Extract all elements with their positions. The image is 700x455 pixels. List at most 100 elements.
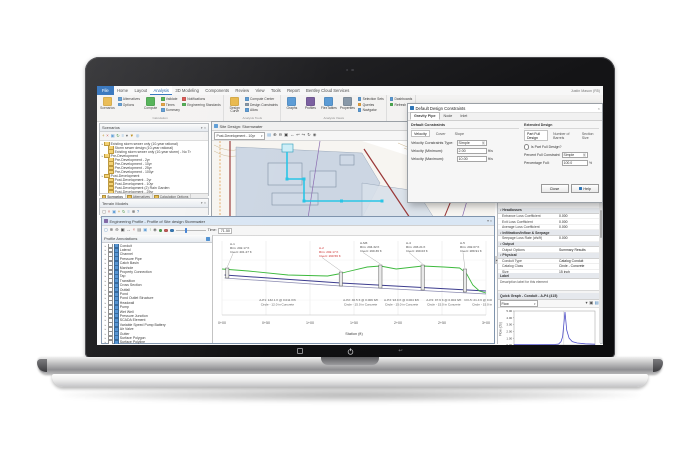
tree-expander-icon[interactable]: ▸: [104, 336, 107, 340]
delete-icon[interactable]: ×: [108, 210, 110, 214]
ribbon-button-profiles[interactable]: Profiles: [302, 96, 318, 110]
power-icon[interactable]: [347, 348, 354, 355]
velocity-minimum-field[interactable]: 2.00: [457, 148, 487, 154]
tab-file[interactable]: File: [97, 86, 114, 95]
settings-icon[interactable]: ◉: [153, 228, 157, 232]
play-button[interactable]: [159, 229, 163, 233]
time-slider-thumb[interactable]: [185, 228, 188, 232]
ribbon-button-flextables[interactable]: FlexTables: [321, 96, 337, 110]
time-slider[interactable]: [176, 230, 206, 231]
ribbon-button-alternatives[interactable]: Alternatives: [118, 97, 140, 101]
search-icon[interactable]: ◎: [136, 134, 140, 138]
dialog-tab-number-of-barrels[interactable]: Number of Barrels: [550, 130, 577, 141]
pin-icon[interactable]: ▾: [201, 201, 203, 205]
ribbon-button-queries[interactable]: Queries: [358, 103, 384, 107]
recent-apps-icon[interactable]: [297, 348, 303, 354]
ribbon-button-selection-sets[interactable]: Selection Sets: [358, 97, 384, 101]
duplicate-icon[interactable]: ▣: [112, 210, 116, 214]
list-view-icon[interactable]: ≡: [122, 134, 124, 138]
ribbon-button-graphs[interactable]: Graphs: [284, 96, 300, 110]
signed-in-user[interactable]: Justin Mason (R5): [571, 89, 603, 93]
annotation-checkbox[interactable]: [108, 340, 113, 343]
tab-3d-modeling[interactable]: 3D Modeling: [172, 86, 202, 95]
graph-popout-icon[interactable]: ▣: [589, 301, 593, 305]
quick-graph-chart[interactable]: 5.004.003.002.001.000.00Flow (cfs): [498, 308, 600, 345]
new-scenario-icon[interactable]: +: [102, 134, 104, 138]
scenario-dropdown[interactable]: Post-Development - 10yr▾: [214, 132, 265, 140]
tree-expander-icon[interactable]: ▸: [104, 323, 107, 327]
tab-layout[interactable]: Layout: [131, 86, 150, 95]
ribbon-button-design-curve[interactable]: Design Curve: [227, 96, 243, 113]
is-part-full-design-checkbox[interactable]: [524, 144, 529, 149]
ribbon-button-dashboards[interactable]: Dashboards: [390, 97, 413, 101]
dialog-tab-node[interactable]: Node: [440, 112, 457, 120]
tab-bentley-cloud-services[interactable]: Bentley Cloud Services: [303, 86, 353, 95]
dialog-tab-part-full-design[interactable]: Part Full Design: [524, 130, 548, 141]
graph-options-icon[interactable]: ▾: [585, 301, 587, 305]
next-view-icon[interactable]: ↪: [302, 133, 306, 137]
percentage-full-field[interactable]: 100.0: [562, 160, 588, 166]
graph-series-dropdown[interactable]: Flow▾: [500, 300, 538, 307]
zoom-in-icon[interactable]: ⊕: [273, 133, 277, 137]
ribbon-button-design-constraints[interactable]: Design Constraints: [245, 103, 278, 107]
tree-expander-icon[interactable]: ▸: [104, 314, 107, 318]
back-icon[interactable]: ↩: [398, 349, 402, 354]
tree-expander-icon[interactable]: ▸: [104, 248, 107, 252]
ribbon-button-compute-center[interactable]: Compute Center: [245, 97, 278, 101]
tree-expander-icon[interactable]: ▸: [104, 274, 107, 278]
tree-expander-icon[interactable]: ▸: [104, 257, 107, 261]
tab-analysis[interactable]: Analysis: [150, 86, 172, 95]
tab-tools[interactable]: Tools: [268, 86, 284, 95]
close-button[interactable]: Close: [541, 184, 569, 193]
tree-expander-icon[interactable]: ▸: [104, 266, 107, 270]
tree-expander-icon[interactable]: ▸: [104, 261, 107, 265]
refresh-icon[interactable]: ↻: [116, 134, 120, 138]
help-button[interactable]: Help: [571, 184, 599, 193]
tree-expander-icon[interactable]: ▸: [104, 332, 107, 336]
ribbon-button-options[interactable]: Options: [118, 103, 140, 107]
refresh-icon[interactable]: ↻: [122, 210, 126, 214]
ribbon-button-scenarios[interactable]: Scenarios: [100, 96, 116, 110]
tree-expander-icon[interactable]: ▸: [104, 292, 107, 296]
duplicate-icon[interactable]: ▣: [143, 228, 147, 232]
window-buttons[interactable]: ▾ ×: [487, 219, 492, 223]
tree-expander-icon[interactable]: ▸: [104, 270, 107, 274]
dialog-tab-slope[interactable]: Slope: [452, 130, 467, 137]
profile-window-titlebar[interactable]: Engineering Profile - Profile of Site de…: [102, 217, 494, 226]
tree-expander-icon[interactable]: ▸: [104, 318, 107, 322]
tree-expander-icon[interactable]: ▸: [104, 244, 107, 248]
dialog-tab-velocity[interactable]: Velocity: [411, 130, 430, 137]
ribbon-button-times[interactable]: Times: [161, 103, 180, 107]
pin-icon[interactable]: ▾: [201, 126, 203, 130]
zoom-out-icon[interactable]: ⊖: [278, 133, 282, 137]
select-icon[interactable]: ▢: [102, 210, 106, 214]
tab-home[interactable]: Home: [114, 86, 132, 95]
record-button[interactable]: [170, 229, 174, 233]
settings-icon[interactable]: ◉: [313, 133, 317, 137]
ribbon-button-summary[interactable]: Summary: [161, 108, 180, 112]
rotate-view-icon[interactable]: ↻: [307, 133, 311, 137]
delete-icon[interactable]: ×: [106, 134, 108, 138]
tree-expander-icon[interactable]: ▸: [104, 327, 107, 331]
annotation-item[interactable]: ▸Surface Polyline: [102, 340, 212, 343]
ribbon-button-allow[interactable]: Allow: [245, 108, 278, 112]
pan-icon[interactable]: ↔: [126, 228, 130, 232]
ribbon-button-compute[interactable]: Compute: [143, 96, 159, 110]
dialog-tab-inlet[interactable]: Inlet: [456, 112, 471, 120]
ribbon-button-validate[interactable]: Validate: [161, 97, 180, 101]
ribbon-button-navigator[interactable]: Navigator: [358, 108, 384, 112]
expand-all-icon[interactable]: ▾: [126, 134, 128, 138]
tree-expander-icon[interactable]: ▸: [104, 252, 107, 256]
fit-view-icon[interactable]: ▤: [267, 133, 271, 137]
ribbon-button-notifications[interactable]: Notifications: [182, 97, 220, 101]
time-value-field[interactable]: 71.50: [218, 228, 232, 234]
tree-expander-icon[interactable]: ▸: [104, 296, 107, 300]
panel-splitter-arrow[interactable]: ◂: [495, 256, 498, 264]
zoom-out-icon[interactable]: ⊖: [115, 228, 119, 232]
profile-plot[interactable]: A-1Rim: 202.17 ftInvert: 201.27 ftA-2Rim…: [214, 235, 492, 345]
stop-button[interactable]: [164, 229, 168, 233]
tree-expander-icon[interactable]: ▸: [104, 305, 107, 309]
close-icon[interactable]: ×: [204, 126, 206, 130]
tree-expander-icon[interactable]: ▸: [104, 310, 107, 314]
zoom-extents-icon[interactable]: ◻: [104, 228, 107, 232]
